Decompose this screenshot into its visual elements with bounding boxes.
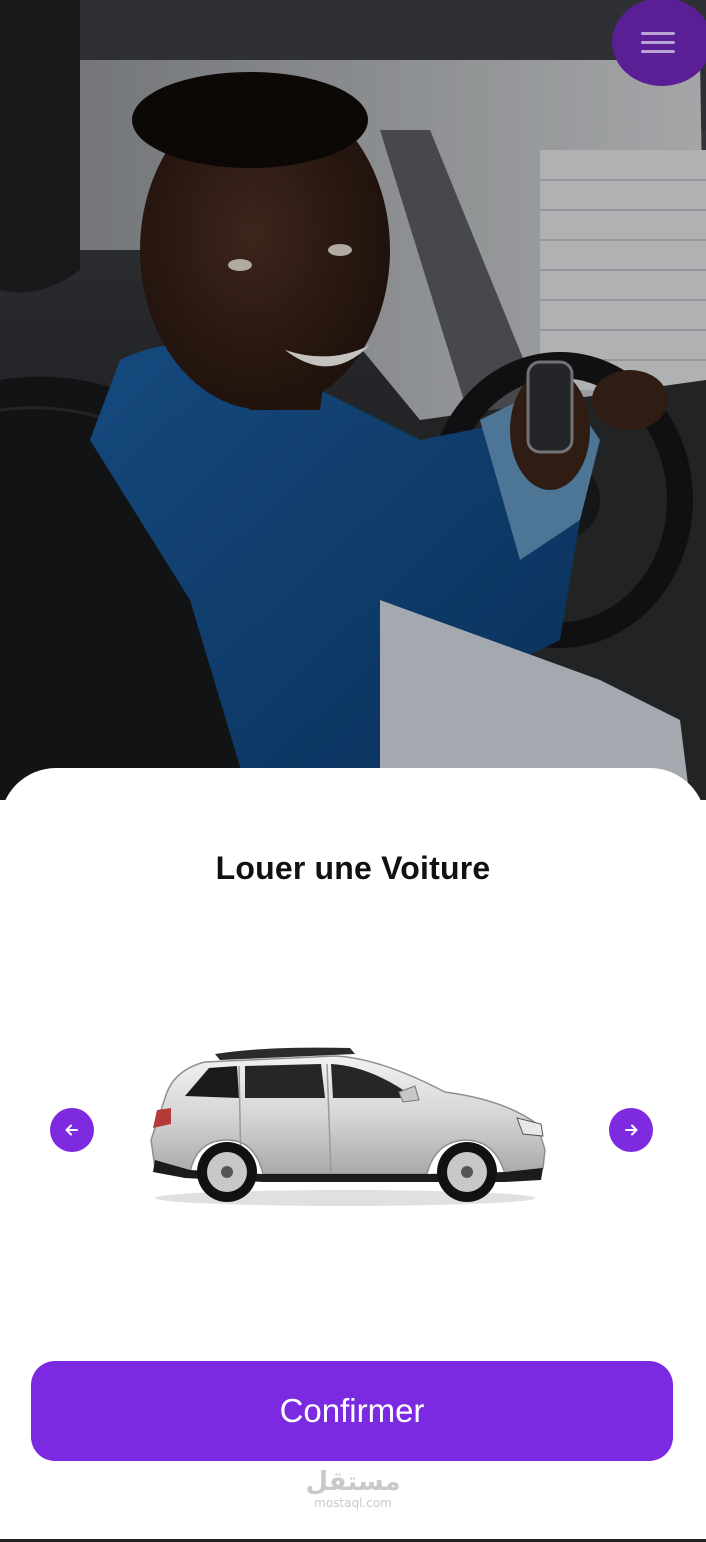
watermark: مستقل mostaql.com xyxy=(0,1468,706,1510)
title-emphasis: Voiture xyxy=(381,850,491,886)
page-title: Louer une Voiture xyxy=(0,850,706,887)
car-image xyxy=(145,1040,555,1210)
arrow-right-icon xyxy=(625,1124,638,1136)
hero-illustration xyxy=(0,0,706,800)
suv-illustration xyxy=(150,1047,546,1206)
arrow-left-icon xyxy=(65,1124,78,1136)
watermark-latin: mostaql.com xyxy=(314,1496,392,1510)
next-car-button[interactable] xyxy=(609,1108,653,1152)
watermark-arabic: مستقل xyxy=(305,1467,401,1497)
hero-photo xyxy=(0,0,706,800)
title-prefix: Louer une xyxy=(215,850,382,886)
confirm-button[interactable]: Confirmer xyxy=(31,1361,673,1461)
menu-button[interactable] xyxy=(612,0,706,86)
previous-car-button[interactable] xyxy=(50,1108,94,1152)
hamburger-icon xyxy=(641,31,675,53)
